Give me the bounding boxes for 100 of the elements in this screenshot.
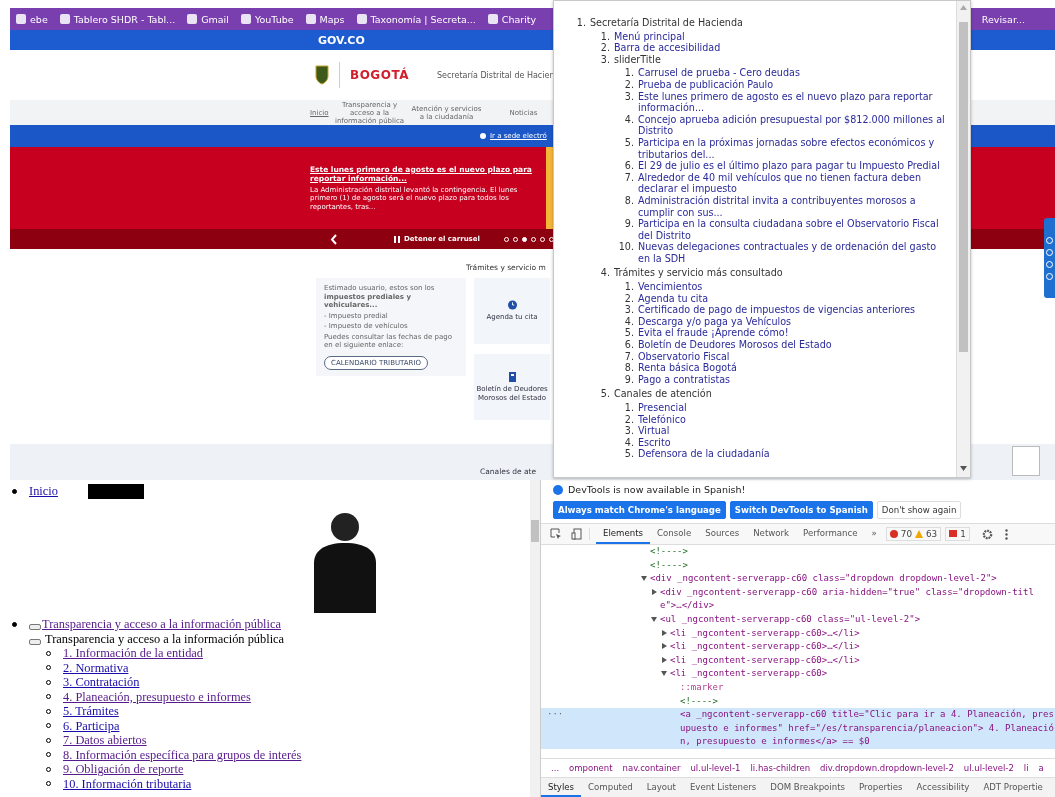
outline-link[interactable]: Virtual xyxy=(638,425,948,437)
breadcrumb-item[interactable]: ul.ul-level-1 xyxy=(690,763,741,773)
outline-link[interactable]: Trámites y servicio más consultado xyxy=(614,267,948,280)
chevron-left-icon[interactable] xyxy=(330,233,338,245)
dom-node[interactable]: <ul _ngcontent-serverapp-c60 class="ul-level-2"> xyxy=(541,612,1055,627)
expand-icon[interactable] xyxy=(651,588,657,595)
dom-node[interactable]: <!----> xyxy=(541,558,1055,573)
outline-link[interactable]: Canales de atención xyxy=(614,388,948,400)
bookmark[interactable]: YouTube xyxy=(240,13,294,25)
section-link[interactable]: 7. Datos abiertos xyxy=(63,733,147,748)
section-link[interactable]: 3. Contratación xyxy=(63,675,140,690)
issues-counter[interactable]: 1 xyxy=(945,527,970,541)
breadcrumb-item[interactable]: li xyxy=(1023,763,1029,773)
outline-link[interactable]: Barra de accesibilidad xyxy=(614,42,948,54)
section-link[interactable]: Transparencia y acceso a la información pública xyxy=(42,617,281,632)
breadcrumb-item[interactable]: li.has-children xyxy=(750,763,811,773)
devtools-tab[interactable]: Elements xyxy=(596,524,651,544)
section-link[interactable]: 10. Información tributaria xyxy=(63,776,192,791)
error-counter[interactable]: 70 63 xyxy=(885,527,942,541)
scroll-down-icon[interactable] xyxy=(960,466,967,471)
outline-link[interactable]: Agenda tu cita xyxy=(638,292,948,305)
section-link[interactable]: 2. Normativa xyxy=(63,660,129,675)
more-dots[interactable]: ··· xyxy=(547,708,564,722)
outline-link[interactable]: sliderTitle xyxy=(614,53,948,66)
bookmark[interactable]: Gmail xyxy=(187,13,229,25)
outline-link[interactable]: Escrito xyxy=(638,436,948,449)
dom-node[interactable]: <li _ngcontent-serverapp-c60>…</li> xyxy=(541,653,1055,668)
outline-link[interactable]: Telefónico xyxy=(638,413,948,426)
breadcrumb-item[interactable]: ... xyxy=(551,763,560,773)
dom-node[interactable]: <li _ngcontent-serverapp-c60>…</li> xyxy=(541,626,1055,641)
outline-link[interactable]: Este lunes primero de agosto es el nuevo plazo para reportar información... xyxy=(638,90,948,114)
panel-tab[interactable]: DOM Breakpoints xyxy=(763,778,853,797)
notice-button[interactable]: Don't show again xyxy=(876,501,962,519)
outline-link[interactable]: Concejo aprueba adición presupuestal por $812.000 millones al Distrito xyxy=(638,113,948,137)
notice-button[interactable]: Switch DevTools to Spanish xyxy=(729,501,873,519)
outline-link[interactable]: Presencial xyxy=(638,402,948,414)
section-link[interactable]: 5. Trámites xyxy=(63,704,119,719)
devtools-tab[interactable]: Sources xyxy=(698,524,747,544)
dom-node[interactable]: <!----> xyxy=(541,694,1055,709)
outline-link[interactable]: Participa en la consulta ciudadana sobre el Observatorio Fiscal del Distrito xyxy=(638,218,948,242)
outline-link[interactable]: Defensora de la ciudadanía xyxy=(638,448,948,460)
outline-link[interactable]: Boletín de Deudores Morosos del Estado xyxy=(638,339,948,351)
outline-link[interactable]: Certificado de pago de impuestos de vigencias anteriores xyxy=(638,304,948,316)
inspect-icon[interactable] xyxy=(550,528,562,540)
collapse-icon[interactable] xyxy=(661,670,667,677)
more-tabs-button[interactable]: » xyxy=(864,524,884,544)
outline-link[interactable]: Prueba de publicación Paulo xyxy=(638,78,948,91)
bookmark[interactable]: Tablero SHDR - Tabl... xyxy=(59,13,176,25)
breadcrumb-item[interactable]: ul.ul-level-2 xyxy=(963,763,1014,773)
home-link[interactable]: Inicio xyxy=(29,484,58,499)
collapse-icon[interactable] xyxy=(641,575,647,582)
dom-node[interactable]: <div _ngcontent-serverapp-c60 aria-hidden="true" class="dropdown-title">…</div> xyxy=(541,585,1055,613)
outline-link[interactable]: Carrusel de prueba - Cero deudas xyxy=(638,67,948,79)
bookmark[interactable]: Charity xyxy=(487,13,537,25)
outline-link[interactable]: Renta básica Bogotá xyxy=(638,362,948,374)
panel-tab[interactable]: Computed xyxy=(581,778,640,797)
devtools-tab[interactable]: Network xyxy=(746,524,797,544)
bookmark[interactable]: Maps xyxy=(305,13,345,25)
dom-node[interactable]: <li _ngcontent-serverapp-c60>…</li> xyxy=(541,640,1055,654)
panel-tab[interactable]: Event Listeners xyxy=(682,778,764,797)
kebab-menu-icon[interactable] xyxy=(1004,528,1008,540)
panel-tab[interactable]: ADT Propertie xyxy=(976,778,1050,797)
panel-tab[interactable]: Styles xyxy=(541,778,582,797)
gov-logo[interactable]: GOV.CO xyxy=(318,33,365,47)
toggle-button[interactable] xyxy=(29,638,41,645)
scrollbar[interactable] xyxy=(956,1,970,477)
panel-tab[interactable]: Properties xyxy=(852,778,910,797)
settings-icon[interactable] xyxy=(981,528,993,540)
outline-link[interactable]: Alrededor de 40 mil vehículos que no tienen factura deben declarar el impuesto xyxy=(638,171,948,195)
dom-node[interactable]: ::marker xyxy=(541,680,1055,695)
panel-tab[interactable]: Accessibility xyxy=(909,778,977,797)
outline-link[interactable]: Menú principal xyxy=(614,30,948,43)
device-icon[interactable] xyxy=(571,528,583,540)
dom-node[interactable]: <li _ngcontent-serverapp-c60> xyxy=(541,667,1055,681)
outline-link[interactable]: El 29 de julio es el último plazo para pagar tu Impuesto Predial xyxy=(638,160,948,172)
section-link[interactable]: 8. Información específica para grupos de interés xyxy=(63,747,302,762)
bookmark[interactable]: ebe xyxy=(16,13,48,25)
outline-link[interactable]: Participa en la próximas jornadas sobre efectos económicos y tributarios del... xyxy=(638,136,948,161)
outline-link[interactable]: Nuevas delegaciones contractuales y de ordenación del gasto en la SDH xyxy=(638,241,948,265)
outline-link[interactable]: Evita el fraude ¡Aprende cómo! xyxy=(638,327,948,340)
dom-node[interactable]: <div _ngcontent-serverapp-c60 class="dropdown dropdown-level-2"> xyxy=(541,572,1055,586)
outline-link[interactable]: Vencimientos xyxy=(638,281,948,293)
breadcrumb-item[interactable]: a xyxy=(1038,763,1044,773)
toggle-button[interactable] xyxy=(29,624,41,631)
dom-node[interactable]: <!----> xyxy=(541,545,1055,559)
breadcrumb-item[interactable]: omponent xyxy=(569,763,613,773)
outline-link[interactable]: Pago a contratistas xyxy=(638,373,948,386)
notice-button[interactable]: Always match Chrome's language xyxy=(553,501,726,519)
section-link[interactable]: 6. Participa xyxy=(63,718,120,733)
breadcrumb-item[interactable]: nav.container xyxy=(622,763,681,773)
panel-tab[interactable]: Layout xyxy=(639,778,683,797)
devtools-tab[interactable]: Console xyxy=(650,524,699,544)
site-logo[interactable]: BOGOTÁ xyxy=(350,68,409,82)
section-link[interactable]: 9. Obligación de reporte xyxy=(63,762,184,777)
outline-link[interactable]: Observatorio Fiscal xyxy=(638,350,948,363)
dom-node[interactable]: ··· <a _ngcontent-serverapp-c60 title="Clic para ir a 4. Planeación, presupuesto e informes" href="/es/transparencia/planeacion"> 4. Planeación, presupuesto e informes</a> == $0 xyxy=(541,708,1055,749)
outline-link[interactable]: Secretaría Distrital de Hacienda xyxy=(590,17,948,29)
devtools-tab[interactable]: Performance xyxy=(796,524,865,544)
bookmark[interactable]: Taxonomía | Secreta... xyxy=(356,13,476,25)
section-link[interactable]: 1. Información de la entidad xyxy=(63,646,204,661)
